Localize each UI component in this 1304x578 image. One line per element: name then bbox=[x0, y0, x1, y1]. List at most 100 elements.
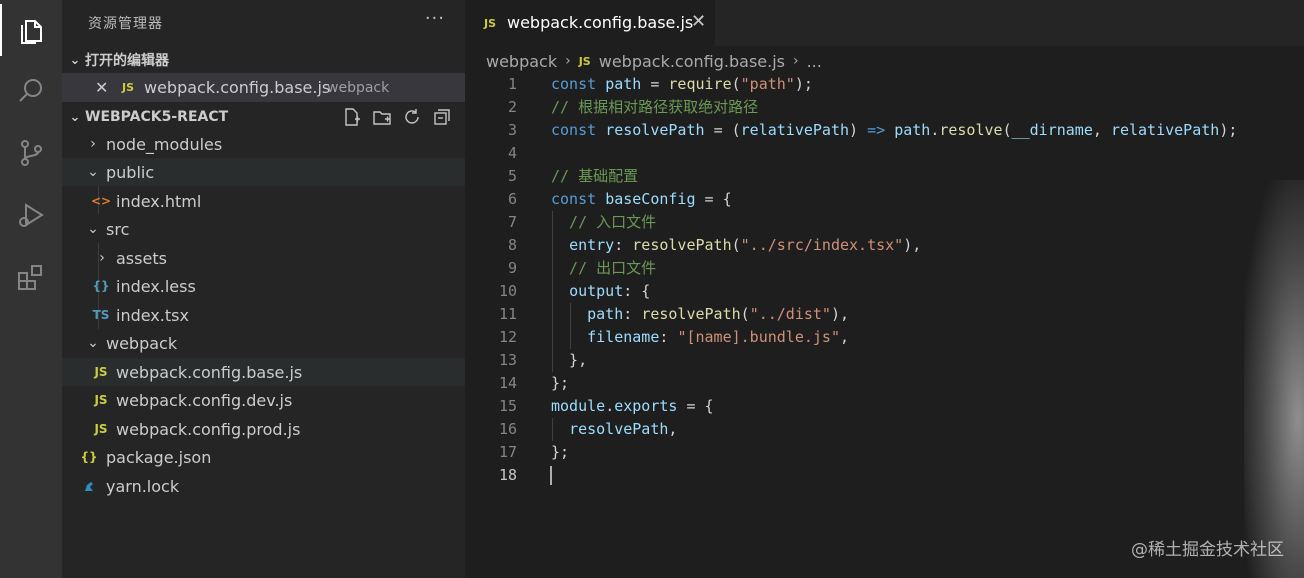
tree-label: assets bbox=[116, 248, 167, 268]
tree-file-webpack-config-prod[interactable]: JS webpack.config.prod.js bbox=[62, 415, 465, 443]
breadcrumb-folder[interactable]: webpack bbox=[486, 52, 557, 71]
tree-label: index.html bbox=[116, 191, 202, 211]
line-number: 10 bbox=[498, 282, 517, 300]
more-actions-icon[interactable]: ··· bbox=[425, 8, 445, 29]
run-debug-icon[interactable] bbox=[0, 190, 62, 240]
code-text: path: resolvePath("../dist"), bbox=[587, 305, 850, 323]
line-number: 4 bbox=[507, 144, 517, 162]
line-number: 14 bbox=[498, 374, 517, 392]
code-text: module.exports = { bbox=[551, 397, 714, 415]
collapse-all-icon[interactable] bbox=[431, 106, 453, 128]
code-line: 13 }, bbox=[465, 349, 1304, 372]
tree-label: src bbox=[106, 219, 130, 239]
tree-file-webpack-config-dev[interactable]: JS webpack.config.dev.js bbox=[62, 386, 465, 414]
code-text: resolvePath, bbox=[569, 420, 678, 438]
tree-label: index.tsx bbox=[116, 305, 189, 325]
close-icon[interactable]: ✕ bbox=[691, 11, 706, 32]
code-line: 5 // 基础配置 bbox=[465, 165, 1304, 188]
tree-label: node_modules bbox=[106, 134, 223, 154]
tree-folder-assets[interactable]: › assets bbox=[62, 244, 465, 272]
breadcrumb-file[interactable]: webpack.config.base.js bbox=[599, 52, 785, 71]
code-line-current: 18 bbox=[465, 464, 1304, 487]
chevron-right-icon: › bbox=[565, 53, 571, 69]
code-line: 15 module.exports = { bbox=[465, 395, 1304, 418]
tree-file-package-json[interactable]: {} package.json bbox=[62, 443, 465, 471]
code-text: const resolvePath = (relativePath) => pa… bbox=[551, 121, 1238, 139]
code-line: 11 path: resolvePath("../dist"), bbox=[465, 303, 1304, 326]
tree-label: package.json bbox=[106, 447, 212, 467]
tree-file-index-less[interactable]: {} index.less bbox=[62, 272, 465, 300]
explorer-sidebar: 资源管理器 ··· ⌄ 打开的编辑器 ✕ JS webpack.config.b… bbox=[62, 0, 465, 578]
code-line: 6 const baseConfig = { bbox=[465, 188, 1304, 211]
new-file-icon[interactable] bbox=[341, 106, 363, 128]
tab-label: webpack.config.base.js bbox=[507, 13, 694, 32]
extensions-icon[interactable] bbox=[0, 252, 62, 302]
code-line: 10 output: { bbox=[465, 280, 1304, 303]
explorer-toolbar bbox=[341, 106, 453, 128]
tree-file-webpack-config-base[interactable]: JS webpack.config.base.js bbox=[62, 358, 465, 386]
open-editor-item[interactable]: ✕ JS webpack.config.base.js webpack bbox=[62, 73, 465, 102]
explorer-icon[interactable] bbox=[0, 6, 62, 56]
open-editor-name: webpack.config.base.js bbox=[144, 78, 331, 97]
tree-folder-node-modules[interactable]: › node_modules bbox=[62, 130, 465, 158]
tab-bar: JS webpack.config.base.js ✕ bbox=[465, 0, 1304, 46]
tree-file-index-html[interactable]: <> index.html bbox=[62, 187, 465, 215]
code-text: filename: "[name].bundle.js", bbox=[587, 328, 850, 346]
chevron-right-icon: › bbox=[99, 250, 105, 266]
chevron-down-icon: ⌄ bbox=[69, 52, 81, 68]
less-file-icon: {} bbox=[92, 279, 110, 293]
chevron-down-icon: ⌄ bbox=[69, 109, 81, 125]
code-line: 16 resolvePath, bbox=[465, 418, 1304, 441]
background-photo bbox=[1244, 180, 1304, 578]
code-line: 17}; bbox=[465, 441, 1304, 464]
code-text: }; bbox=[551, 374, 570, 392]
json-file-icon: {} bbox=[80, 450, 98, 464]
chevron-down-icon: ⌄ bbox=[87, 164, 99, 180]
open-editor-folder: webpack bbox=[327, 79, 390, 96]
js-file-icon: JS bbox=[484, 17, 497, 30]
code-text: // 根据相对路径获取绝对路径 bbox=[551, 98, 759, 116]
tree-file-index-tsx[interactable]: TS index.tsx bbox=[62, 301, 465, 329]
tab-webpack-config-base[interactable]: JS webpack.config.base.js ✕ bbox=[465, 0, 715, 46]
line-number: 7 bbox=[507, 213, 517, 231]
code-line: 1 const path = require("path"); bbox=[465, 73, 1304, 96]
js-file-icon: JS bbox=[94, 422, 108, 436]
code-text: const path = require("path"); bbox=[551, 75, 813, 93]
chevron-down-icon: ⌄ bbox=[87, 221, 99, 237]
code-line: 9 // 出口文件 bbox=[465, 257, 1304, 280]
new-folder-icon[interactable] bbox=[371, 106, 393, 128]
js-file-icon: JS bbox=[94, 393, 108, 407]
watermark: @稀土掘金技术社区 bbox=[1131, 540, 1284, 560]
line-number: 17 bbox=[498, 443, 517, 461]
line-number: 18 bbox=[498, 466, 517, 484]
tree-label: yarn.lock bbox=[106, 476, 180, 496]
tree-label: public bbox=[106, 162, 155, 182]
code-text: }, bbox=[551, 351, 588, 369]
code-line: 14}; bbox=[465, 372, 1304, 395]
text-cursor bbox=[550, 466, 552, 485]
code-text: output: { bbox=[569, 282, 651, 300]
tree-folder-public[interactable]: ⌄ public bbox=[62, 158, 465, 186]
open-editors-header[interactable]: ⌄ 打开的编辑器 bbox=[62, 47, 465, 73]
tree-label: webpack.config.base.js bbox=[116, 362, 303, 382]
activity-bar bbox=[0, 0, 62, 578]
search-icon[interactable] bbox=[0, 66, 62, 116]
line-number: 8 bbox=[507, 236, 517, 254]
line-number: 11 bbox=[498, 305, 517, 323]
source-control-icon[interactable] bbox=[0, 128, 62, 178]
line-number: 13 bbox=[498, 351, 517, 369]
tree-folder-src[interactable]: ⌄ src bbox=[62, 215, 465, 243]
code-text: // 基础配置 bbox=[551, 167, 639, 185]
refresh-icon[interactable] bbox=[401, 106, 423, 128]
breadcrumb-symbol[interactable]: ... bbox=[807, 52, 822, 71]
code-text: // 出口文件 bbox=[551, 259, 657, 277]
project-title: WEBPACK5-REACT bbox=[85, 109, 229, 125]
close-icon[interactable]: ✕ bbox=[95, 78, 108, 97]
yarn-file-icon bbox=[80, 479, 98, 493]
tree-label: webpack bbox=[106, 333, 178, 353]
tree-file-yarn-lock[interactable]: yarn.lock bbox=[62, 472, 465, 500]
sidebar-title: 资源管理器 bbox=[88, 16, 163, 32]
code-text: // 入口文件 bbox=[551, 213, 657, 231]
tree-folder-webpack[interactable]: ⌄ webpack bbox=[62, 329, 465, 357]
tree-label: webpack.config.dev.js bbox=[116, 390, 293, 410]
